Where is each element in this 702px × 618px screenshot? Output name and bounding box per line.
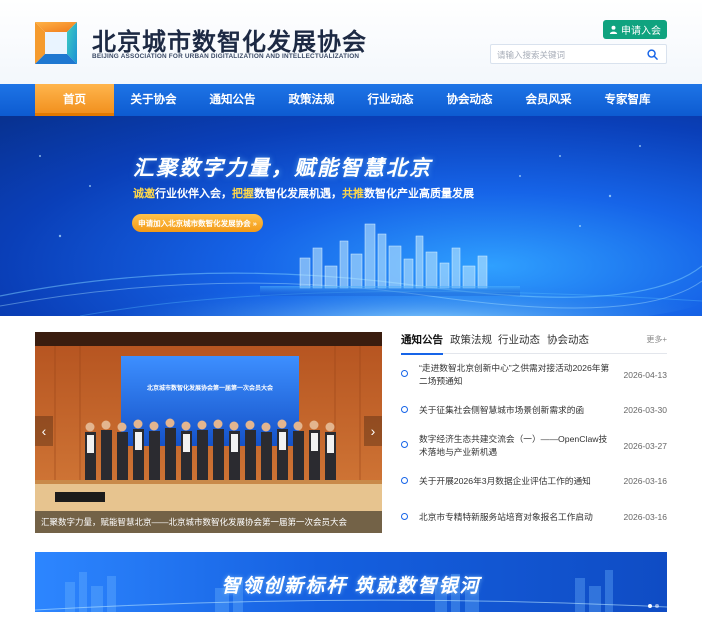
bullet-icon xyxy=(401,441,408,448)
banner-sub-highlight-3: 共推 xyxy=(342,188,364,200)
banner-sub-text-2: 数智化发展机遇， xyxy=(254,188,342,200)
news-title[interactable]: “走进数智北京创新中心”之供需对接活动2026年第二场预通知 xyxy=(419,362,615,388)
news-date: 2026-03-16 xyxy=(623,476,667,486)
search-box xyxy=(490,44,667,64)
carousel-caption[interactable]: 汇聚数字力量，赋能智慧北京——北京城市数智化发展协会第一届第一次会员大会 xyxy=(35,511,382,533)
news-list-item[interactable]: “走进数智北京创新中心”之供需对接活动2026年第二场预通知 2026-04-1… xyxy=(401,362,667,390)
news-list-item[interactable]: 数字经济生态共建交流会（一）——OpenClaw技术落地与产业新机遇 2026-… xyxy=(401,433,667,461)
news-title[interactable]: 关于开展2026年3月数据企业评估工作的通知 xyxy=(419,475,615,488)
news-title[interactable]: 关于征集社会侧智慧城市场景创新需求的函 xyxy=(419,404,615,417)
news-date: 2026-04-13 xyxy=(623,370,667,380)
join-association-button[interactable]: 申请加入北京城市数智化发展协会 » xyxy=(132,214,263,232)
carousel-prev-button[interactable]: ‹ xyxy=(35,416,53,446)
apply-membership-button[interactable]: 申请入会 xyxy=(603,20,667,39)
nav-item-home[interactable]: 首页 xyxy=(35,84,114,116)
news-list-item[interactable]: 关于开展2026年3月数据企业评估工作的通知 2026-03-16 xyxy=(401,475,667,489)
nav-item-members[interactable]: 会员风采 xyxy=(509,84,588,116)
org-name-en: BEIJING ASSOCIATION FOR URBAN DIGITALIZA… xyxy=(92,53,360,60)
banner-title: 汇聚数字力量，赋能智慧北京 xyxy=(133,157,432,180)
news-list-item[interactable]: 北京市专精特新服务站培育对象报名工作启动 2026-03-16 xyxy=(401,511,667,525)
nav-item-experts[interactable]: 专家智库 xyxy=(588,84,667,116)
org-name-cn[interactable]: 北京城市数智化发展协会 xyxy=(92,22,367,57)
promo-banner[interactable]: 智领创新标杆 筑就数智银河 xyxy=(35,552,667,612)
news-title[interactable]: 北京市专精特新服务站培育对象报名工作启动 xyxy=(419,511,615,524)
tab-policies[interactable]: 政策法规 xyxy=(450,332,492,354)
site-header: 北京城市数智化发展协会 BEIJING ASSOCIATION FOR URBA… xyxy=(0,0,702,84)
promo-pagination xyxy=(648,604,659,608)
banner-subtitle: 诚邀行业伙伴入会，把握数智化发展机遇，共推数智化产业高质量发展 xyxy=(133,185,474,201)
nav-item-policies[interactable]: 政策法规 xyxy=(272,84,351,116)
apply-membership-label: 申请入会 xyxy=(621,26,661,37)
nav-item-industry-news[interactable]: 行业动态 xyxy=(351,84,430,116)
pagination-dot-active[interactable] xyxy=(648,604,652,608)
nav-item-about[interactable]: 关于协会 xyxy=(114,84,193,116)
banner-sub-text-1: 行业伙伴入会， xyxy=(155,188,232,200)
banner-sub-text-3: 数智化产业高质量发展 xyxy=(364,188,474,200)
bullet-icon xyxy=(401,370,408,377)
news-date: 2026-03-30 xyxy=(623,405,667,415)
logo-icon[interactable] xyxy=(35,22,77,64)
banner-sub-highlight-1: 诚邀 xyxy=(133,188,155,200)
news-tab-bar: 通知公告 政策法规 行业动态 协会动态 更多+ xyxy=(401,332,667,355)
news-date: 2026-03-27 xyxy=(623,441,667,451)
carousel-next-button[interactable]: › xyxy=(364,416,382,446)
pagination-dot[interactable] xyxy=(655,604,659,608)
stage-screen-text: 北京城市数智化发展协会第一届第一次会员大会 xyxy=(147,384,274,392)
news-list-item[interactable]: 关于征集社会侧智慧城市场景创新需求的函 2026-03-30 xyxy=(401,404,667,418)
meeting-photo: 北京城市数智化发展协会第一届第一次会员大会 xyxy=(35,332,382,533)
bullet-icon xyxy=(401,513,408,520)
nav-item-notices[interactable]: 通知公告 xyxy=(193,84,272,116)
city-skyline-graphic xyxy=(0,145,702,316)
user-icon xyxy=(609,25,618,34)
tab-industry-news[interactable]: 行业动态 xyxy=(498,332,540,354)
bullet-icon xyxy=(401,477,408,484)
bullet-icon xyxy=(401,406,408,413)
news-carousel[interactable]: 北京城市数智化发展协会第一届第一次会员大会 ‹ › 汇聚数字力量，赋能智慧北京—… xyxy=(35,332,382,533)
tab-association-news[interactable]: 协会动态 xyxy=(547,332,589,354)
hero-banner[interactable]: 汇聚数字力量，赋能智慧北京 诚邀行业伙伴入会，把握数智化发展机遇，共推数智化产业… xyxy=(0,116,702,316)
more-link[interactable]: 更多+ xyxy=(646,334,667,345)
news-title[interactable]: 数字经济生态共建交流会（一）——OpenClaw技术落地与产业新机遇 xyxy=(419,433,615,459)
nav-item-association-news[interactable]: 协会动态 xyxy=(430,84,509,116)
tab-notices[interactable]: 通知公告 xyxy=(401,332,443,355)
search-icon[interactable] xyxy=(647,49,658,60)
banner-sub-highlight-2: 把握 xyxy=(232,188,254,200)
news-date: 2026-03-16 xyxy=(623,512,667,522)
search-input[interactable] xyxy=(497,47,642,62)
main-nav: 首页 关于协会 通知公告 政策法规 行业动态 协会动态 会员风采 专家智库 xyxy=(0,84,702,116)
promo-banner-slogan: 智领创新标杆 筑就数智银河 xyxy=(221,576,481,597)
